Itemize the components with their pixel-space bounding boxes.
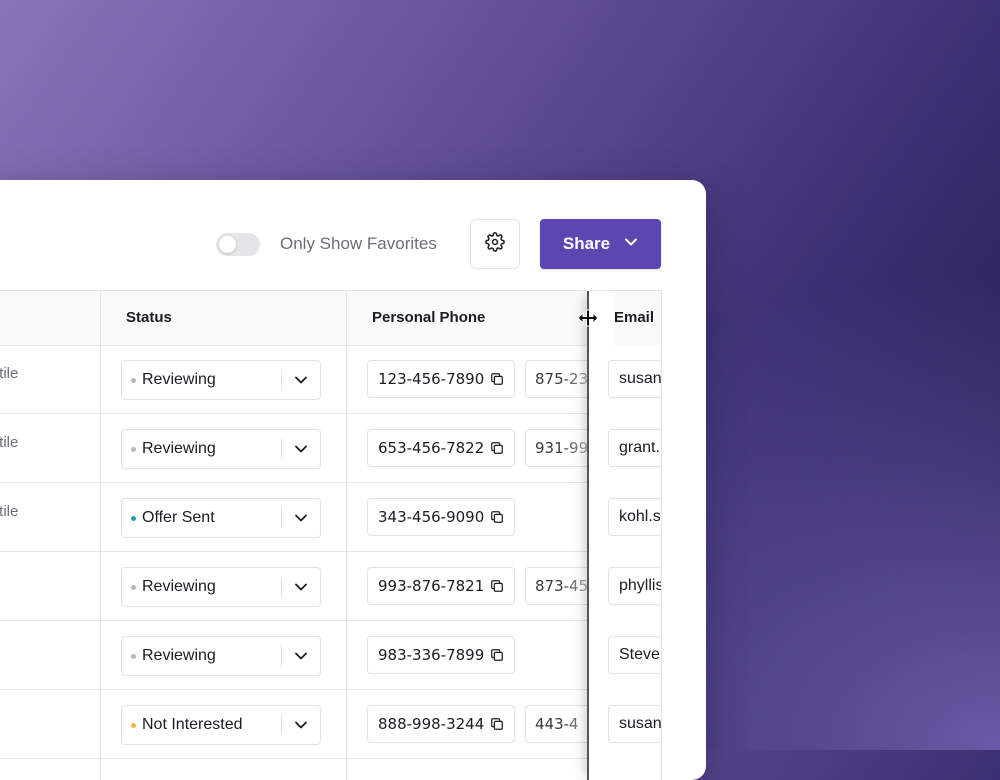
- toggle-knob: [219, 236, 236, 253]
- select-divider: [281, 370, 282, 390]
- phone-number: 343-456-9090: [378, 508, 485, 526]
- name-cell-fragment: rcentile: [0, 434, 19, 451]
- chevron-down-icon[interactable]: [294, 442, 308, 461]
- table-row[interactable]: eReviewing993-876-7821873-45: [0, 552, 661, 621]
- copy-icon[interactable]: [490, 717, 504, 731]
- email-field[interactable]: grant.: [608, 429, 661, 467]
- status-value: Offer Sent: [142, 509, 215, 526]
- name-cell-fragment: rcentile: [0, 365, 19, 382]
- phone-number: 123-456-7890: [378, 370, 485, 388]
- email-field[interactable]: phyllis: [608, 567, 661, 605]
- status-dot: [131, 585, 136, 590]
- email-column: Email susan grant. kohl.s phyllis Steve susan: [588, 291, 661, 780]
- chevron-down-icon[interactable]: [294, 718, 308, 737]
- status-select[interactable]: Reviewing: [121, 429, 321, 469]
- phone-number: 888-998-3244: [378, 715, 485, 733]
- chevron-down-icon: [624, 234, 638, 254]
- table-row[interactable]: rcentileReviewing653-456-7822931-99: [0, 414, 661, 483]
- column-header-personal-phone[interactable]: Personal Phone: [372, 291, 485, 345]
- email-field[interactable]: susan: [608, 360, 661, 398]
- candidates-table: Status Personal Phone rcentile Reviewing 1…: [0, 290, 662, 780]
- copy-icon[interactable]: [490, 510, 504, 524]
- gear-icon: [485, 231, 505, 257]
- phone-field[interactable]: 653-456-7822: [367, 429, 515, 467]
- settings-button[interactable]: [470, 219, 520, 269]
- status-dot: [131, 516, 136, 521]
- status-dot: [131, 654, 136, 659]
- table-row[interactable]: rcentile Offer Sent 343-456-9090: [0, 483, 661, 552]
- status-select[interactable]: Offer Sent: [121, 498, 321, 538]
- phone-field[interactable]: 993-876-7821: [367, 567, 515, 605]
- status-value: Not Interested: [142, 716, 243, 733]
- status-dot: [131, 723, 136, 728]
- status-dot: [131, 378, 136, 383]
- favorites-label: Only Show Favorites: [280, 234, 437, 253]
- chevron-down-icon[interactable]: [294, 649, 308, 668]
- status-select[interactable]: Reviewing: [121, 360, 321, 400]
- email-field[interactable]: kohl.s: [608, 498, 661, 536]
- column-header-email[interactable]: Email: [614, 291, 661, 345]
- select-divider: [281, 646, 282, 666]
- phone-number: 983-336-7899: [378, 646, 485, 664]
- select-divider: [281, 508, 282, 528]
- phone-field[interactable]: 343-456-9090: [367, 498, 515, 536]
- table-row[interactable]: rcentileReviewing123-456-7890875-23: [0, 345, 661, 414]
- main-panel: Only Show Favorites Share Status Persona…: [0, 180, 706, 780]
- select-divider: [281, 439, 282, 459]
- copy-icon[interactable]: [490, 372, 504, 386]
- phone-field[interactable]: 888-998-3244: [367, 705, 515, 743]
- chevron-down-icon[interactable]: [294, 511, 308, 530]
- name-cell-fragment: rcentile: [0, 503, 19, 520]
- copy-icon[interactable]: [490, 579, 504, 593]
- status-value: Reviewing: [142, 440, 216, 457]
- table-row[interactable]: eNot Interested888-998-3244443-4: [0, 690, 661, 759]
- column-resize-handle[interactable]: [587, 291, 589, 780]
- status-select[interactable]: Reviewing: [121, 567, 321, 607]
- phone-field[interactable]: 123-456-7890: [367, 360, 515, 398]
- status-dot: [131, 447, 136, 452]
- status-select[interactable]: Not Interested: [121, 705, 321, 745]
- phone-field[interactable]: 983-336-7899: [367, 636, 515, 674]
- status-value: Reviewing: [142, 371, 216, 388]
- share-button-label: Share: [562, 234, 611, 253]
- select-divider: [281, 715, 282, 735]
- copy-icon[interactable]: [490, 648, 504, 662]
- email-field[interactable]: Steve: [608, 636, 661, 674]
- email-field[interactable]: susan: [608, 705, 661, 743]
- status-select[interactable]: Reviewing: [121, 636, 321, 676]
- chevron-down-icon[interactable]: [294, 580, 308, 599]
- table-row[interactable]: eReviewing983-336-7899: [0, 621, 661, 690]
- column-header-status[interactable]: Status: [126, 291, 172, 345]
- phone-number: 993-876-7821: [378, 577, 485, 595]
- resize-cursor-icon: [577, 309, 599, 332]
- status-value: Reviewing: [142, 578, 216, 595]
- status-value: Reviewing: [142, 647, 216, 664]
- phone-number: 653-456-7822: [378, 439, 485, 457]
- share-button[interactable]: Share: [540, 219, 661, 269]
- copy-icon[interactable]: [490, 441, 504, 455]
- select-divider: [281, 577, 282, 597]
- favorites-toggle[interactable]: [216, 233, 260, 256]
- chevron-down-icon[interactable]: [294, 373, 308, 392]
